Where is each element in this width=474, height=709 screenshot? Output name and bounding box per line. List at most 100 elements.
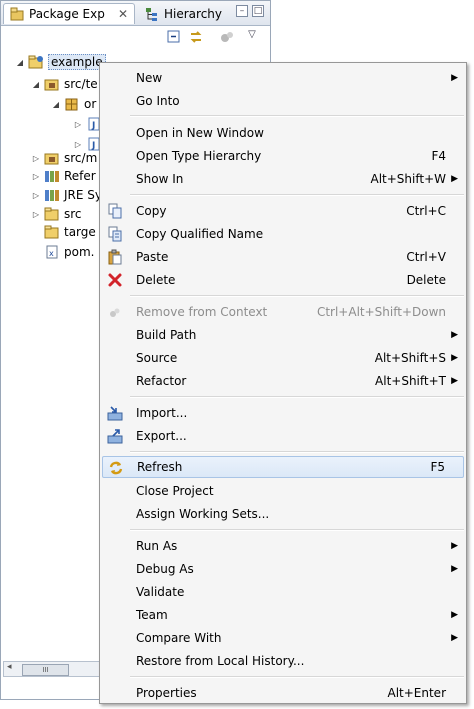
submenu-arrow-icon: ▶ <box>451 330 458 340</box>
menu-separator <box>130 676 464 678</box>
menu-item-label: Remove from Context <box>136 305 268 319</box>
menu-item-label: Refactor <box>136 374 187 388</box>
submenu-arrow-icon: ▶ <box>451 541 458 551</box>
close-icon[interactable]: ✕ <box>118 7 128 21</box>
menu-item-close-project[interactable]: Close Project <box>102 480 464 502</box>
svg-text:x: x <box>49 249 54 258</box>
menu-item-copy-qualified-name[interactable]: Copy Qualified Name <box>102 223 464 245</box>
menu-item-new[interactable]: New ▶ <box>102 67 464 89</box>
minimize-icon[interactable]: – <box>236 5 248 17</box>
menu-item-label: Restore from Local History... <box>136 654 305 668</box>
tree-item-label: example <box>48 54 106 70</box>
menu-separator <box>130 295 464 297</box>
submenu-arrow-icon: ▶ <box>451 174 458 184</box>
horizontal-scrollbar[interactable]: ◂ III <box>3 661 103 677</box>
link-with-editor-icon[interactable] <box>188 29 204 45</box>
tab-package-explorer[interactable]: Package Exp ✕ <box>3 3 135 24</box>
svg-text:J: J <box>91 121 95 131</box>
expanded-twisty-icon[interactable]: ◢ <box>31 80 41 89</box>
menu-item-run-as[interactable]: Run As ▶ <box>102 535 464 557</box>
menu-item-label: Refresh <box>137 460 183 474</box>
view-window-controls: – □ <box>236 5 264 17</box>
scroll-left-arrow-icon[interactable]: ◂ <box>7 662 12 672</box>
menu-item-label: New <box>136 71 163 85</box>
focus-task-icon[interactable] <box>219 29 235 45</box>
menu-item-paste[interactable]: Paste Ctrl+V <box>102 246 464 268</box>
menu-item-source[interactable]: Source Alt+Shift+S ▶ <box>102 347 464 369</box>
tree-item-library[interactable]: ▷ Refer <box>31 167 96 185</box>
menu-separator <box>130 396 464 398</box>
tree-item-project[interactable]: ◢ example <box>15 53 106 71</box>
menu-item-compare-with[interactable]: Compare With ▶ <box>102 627 464 649</box>
menu-item-shortcut: Alt+Enter <box>387 686 446 700</box>
menu-item-label: Copy Qualified Name <box>136 227 264 241</box>
tree-item-source-folder[interactable]: ◢ src/te <box>31 75 98 93</box>
collapsed-twisty-icon[interactable]: ▷ <box>73 140 83 149</box>
menu-item-show-in[interactable]: Show In Alt+Shift+W ▶ <box>102 168 464 190</box>
collapsed-twisty-icon[interactable]: ▷ <box>31 210 41 219</box>
collapsed-twisty-icon[interactable]: ▷ <box>31 154 41 163</box>
scrollbar-thumb[interactable]: III <box>22 664 69 676</box>
submenu-arrow-icon: ▶ <box>451 376 458 386</box>
maximize-icon[interactable]: □ <box>252 5 264 17</box>
collapsed-twisty-icon[interactable]: ▷ <box>31 172 41 181</box>
menu-item-shortcut: Alt+Shift+W <box>370 172 447 186</box>
menu-item-remove-from-context: Remove from Context Ctrl+Alt+Shift+Down <box>102 301 464 323</box>
menu-item-label: Compare With <box>136 631 222 645</box>
library-icon <box>44 188 60 202</box>
submenu-arrow-icon: ▶ <box>451 73 458 83</box>
menu-item-validate[interactable]: Validate <box>102 581 464 603</box>
menu-separator <box>130 451 464 453</box>
menu-item-go-into[interactable]: Go Into <box>102 90 464 112</box>
collapsed-twisty-icon[interactable]: ▷ <box>73 120 83 129</box>
menu-item-refresh[interactable]: Refresh F5 <box>102 456 464 478</box>
menu-item-assign-working-sets[interactable]: Assign Working Sets... <box>102 503 464 525</box>
tab-hierarchy[interactable]: Hierarchy <box>139 3 229 24</box>
tree-item-label: targe <box>64 225 96 239</box>
submenu-arrow-icon: ▶ <box>451 353 458 363</box>
tree-item-package[interactable]: ◢ or <box>51 95 96 113</box>
tree-item-source-folder[interactable]: ▷ src/m <box>31 149 97 167</box>
menu-item-open-in-new-window[interactable]: Open in New Window <box>102 122 464 144</box>
copy-qualified-name-icon <box>107 226 123 242</box>
menu-item-properties[interactable]: Properties Alt+Enter <box>102 682 464 704</box>
menu-item-shortcut: Alt+Shift+S <box>374 351 446 365</box>
menu-item-open-type-hierarchy[interactable]: Open Type Hierarchy F4 <box>102 145 464 167</box>
menu-item-delete[interactable]: Delete Delete <box>102 269 464 291</box>
menu-item-team[interactable]: Team ▶ <box>102 604 464 626</box>
menu-item-shortcut: F4 <box>431 149 446 163</box>
tree-item-label: pom. <box>64 245 95 259</box>
copy-icon <box>107 203 123 219</box>
menu-item-label: Export... <box>136 429 187 443</box>
collapse-all-icon[interactable] <box>166 29 182 45</box>
tree-item-xml-file[interactable]: x pom. <box>31 243 94 261</box>
view-tab-bar: Package Exp ✕ Hierarchy – □ <box>1 1 270 26</box>
source-folder-icon <box>44 151 60 165</box>
menu-item-label: Delete <box>136 273 176 287</box>
tree-item-folder[interactable]: ▷ src <box>31 205 82 223</box>
tree-item-label: src/te <box>64 77 98 91</box>
menu-item-label: Properties <box>136 686 197 700</box>
xml-file-icon: x <box>44 245 60 259</box>
menu-item-label: Assign Working Sets... <box>136 507 270 521</box>
menu-item-import[interactable]: Import... <box>102 402 464 424</box>
tree-item-label: Refer <box>64 169 96 183</box>
paste-icon <box>107 249 123 265</box>
menu-item-refactor[interactable]: Refactor Alt+Shift+T ▶ <box>102 370 464 392</box>
tree-item-folder[interactable]: targe <box>31 223 96 241</box>
project-icon <box>28 55 44 69</box>
menu-item-label: Debug As <box>136 562 194 576</box>
collapsed-twisty-icon[interactable]: ▷ <box>31 191 41 200</box>
view-menu-icon[interactable]: ▽ <box>244 29 260 45</box>
menu-item-debug-as[interactable]: Debug As ▶ <box>102 558 464 580</box>
expanded-twisty-icon[interactable]: ◢ <box>51 100 61 109</box>
menu-item-restore-from-local-history[interactable]: Restore from Local History... <box>102 650 464 672</box>
tree-item-library[interactable]: ▷ JRE Sy <box>31 186 102 204</box>
menu-item-label: Paste <box>136 250 169 264</box>
folder-icon <box>44 225 60 239</box>
menu-item-label: Open Type Hierarchy <box>136 149 262 163</box>
menu-item-build-path[interactable]: Build Path ▶ <box>102 324 464 346</box>
expanded-twisty-icon[interactable]: ◢ <box>15 58 25 67</box>
menu-item-export[interactable]: Export... <box>102 425 464 447</box>
menu-item-copy[interactable]: Copy Ctrl+C <box>102 200 464 222</box>
